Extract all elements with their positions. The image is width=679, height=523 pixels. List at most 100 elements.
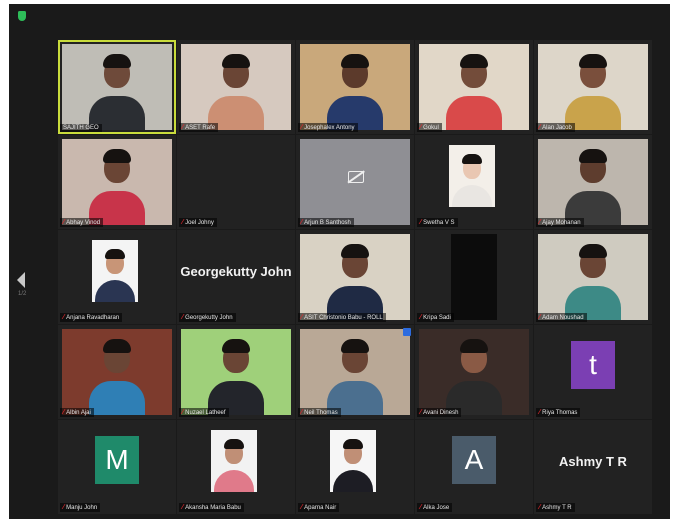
participant-hair [341,54,369,68]
participant-photo [92,240,138,302]
participant-tile[interactable]: ⁄ Adam Noushad [534,230,652,324]
participant-tile[interactable]: ⁄ Neil Thomas [296,325,414,419]
participant-nameplate: ⁄ Albin Ajai [60,408,94,417]
participant-nameplate: ⁄ Arjun B Santhosh [298,218,354,227]
participant-initial-avatar: A [452,436,496,484]
participant-hair [224,439,244,449]
muted-mic-icon: ⁄ [301,504,303,511]
participant-tile[interactable]: ⁄ Swetha V S [415,135,533,229]
muted-mic-icon: ⁄ [301,219,303,226]
participant-nameplate: ⁄ Abhay Vinod [60,218,104,227]
participant-nameplate: ⁄ Alka Jose [417,503,453,512]
participant-tile[interactable]: ⁄ Aparna Nair [296,420,414,514]
participant-video [538,44,648,130]
participant-photo [330,430,376,492]
page-indicator: 1/2 [18,291,27,297]
participant-video [62,44,172,130]
participant-video [538,139,648,225]
muted-mic-icon: ⁄ [63,504,65,511]
participant-name: Adam Noushad [542,314,584,321]
participant-hair [460,339,488,353]
muted-mic-icon: ⁄ [182,504,184,511]
participant-name: Nuzael Latheef [185,409,226,416]
participant-tile[interactable]: ⁄ Arjun B Santhosh [296,135,414,229]
participant-name: Alka Jose [423,504,450,511]
previous-page-arrow-icon[interactable] [17,272,25,288]
muted-mic-icon: ⁄ [182,124,184,131]
participant-hair [341,244,369,258]
participant-video [62,139,172,225]
participant-hair [460,54,488,68]
participant-tile[interactable]: M ⁄ Manju John [58,420,176,514]
participant-torso [452,185,492,207]
participant-name: SAJITH GEO [63,125,99,131]
participant-nameplate: ⁄ Georgekutty John [179,313,236,322]
muted-mic-icon: ⁄ [420,409,422,416]
camera-off-icon [348,171,364,183]
participant-nameplate: ⁄ Ashmy T R [536,503,575,512]
security-shield-icon[interactable] [18,11,26,21]
participant-name: Joel Johny [185,219,214,226]
participant-tile[interactable]: SAJITH GEO [58,40,176,134]
participant-tile[interactable]: ⁄ Gokul [415,40,533,134]
participant-name: Aparna Nair [304,504,337,511]
participant-video [62,329,172,415]
participant-video [181,329,291,415]
participant-hair [222,339,250,353]
muted-mic-icon: ⁄ [420,219,422,226]
participant-name: Ajay Mohanan [542,219,581,226]
participant-video [181,44,291,130]
participant-name: ASIT Christonio Babu - ROLL [304,314,383,321]
participant-name: Abhay Vinod [66,219,101,226]
participant-nameplate: ⁄ Riya Thomas [536,408,581,417]
participant-hair [579,244,607,258]
muted-mic-icon: ⁄ [420,504,422,511]
participant-hair [103,54,131,68]
participant-name: Albin Ajai [66,409,91,416]
participant-tile[interactable]: ⁄ Abhay Vinod [58,135,176,229]
participant-tile[interactable]: Georgekutty John ⁄ Georgekutty John [177,230,295,324]
participant-tile[interactable]: ⁄ Alan Jacob [534,40,652,134]
participant-tile[interactable]: ⁄ Albin Ajai [58,325,176,419]
participant-tile[interactable]: ⁄ Joel Johny [177,135,295,229]
participant-name: Josephalex Antony [304,124,355,131]
participant-nameplate: ⁄ Ajay Mohanan [536,218,584,227]
participant-name: Manju John [66,504,98,511]
participant-name: Alan Jacob [542,124,572,131]
muted-mic-icon: ⁄ [182,409,184,416]
participant-video [300,44,410,130]
participant-name: Riya Thomas [542,409,578,416]
participant-name: Swetha V S [423,219,455,226]
participant-tile[interactable]: ⁄ Kripa Sadi [415,230,533,324]
participant-hair [341,339,369,353]
participant-photo [449,145,495,207]
participant-tile[interactable]: Ashmy T R ⁄ Ashmy T R [534,420,652,514]
participant-tile[interactable]: ⁄ Ajay Mohanan [534,135,652,229]
participant-tile[interactable]: t ⁄ Riya Thomas [534,325,652,419]
gallery-grid: SAJITH GEO ⁄ ASET Rafe ⁄ Josephalex Antony ⁄ G… [58,40,652,514]
participant-hair [579,54,607,68]
participant-nameplate: ⁄ Alan Jacob [536,123,575,132]
participant-tile[interactable]: ⁄ Josephalex Antony [296,40,414,134]
participant-name: Georgekutty John [185,314,233,321]
participant-name: ASET Rafe [185,124,216,131]
muted-mic-icon: ⁄ [182,219,184,226]
participant-tile[interactable]: ⁄ Anjana Ravadharan [58,230,176,324]
participant-tile[interactable]: A ⁄ Alka Jose [415,420,533,514]
participant-tile[interactable]: ⁄ ASET Rafe [177,40,295,134]
participant-tile[interactable]: ⁄ Akansha Maria Babu [177,420,295,514]
meeting-window: 1/2 SAJITH GEO ⁄ ASET Rafe ⁄ Josephalex Anto… [9,4,670,519]
participant-tile[interactable]: ⁄ ASIT Christonio Babu - ROLL [296,230,414,324]
participant-nameplate: ⁄ Manju John [60,503,101,512]
participant-hair [222,54,250,68]
participant-torso [89,381,145,415]
participant-video-dark [451,234,497,320]
participant-video [419,44,529,130]
participant-tile[interactable]: ⁄ Nuzael Latheef [177,325,295,419]
muted-mic-icon: ⁄ [539,124,541,131]
participant-nameplate: ⁄ ASIT Christonio Babu - ROLL [298,313,386,322]
muted-mic-icon: ⁄ [63,314,65,321]
participant-tile[interactable]: ⁄ Avani Dinesh [415,325,533,419]
muted-mic-icon: ⁄ [301,409,303,416]
muted-mic-icon: ⁄ [539,504,541,511]
